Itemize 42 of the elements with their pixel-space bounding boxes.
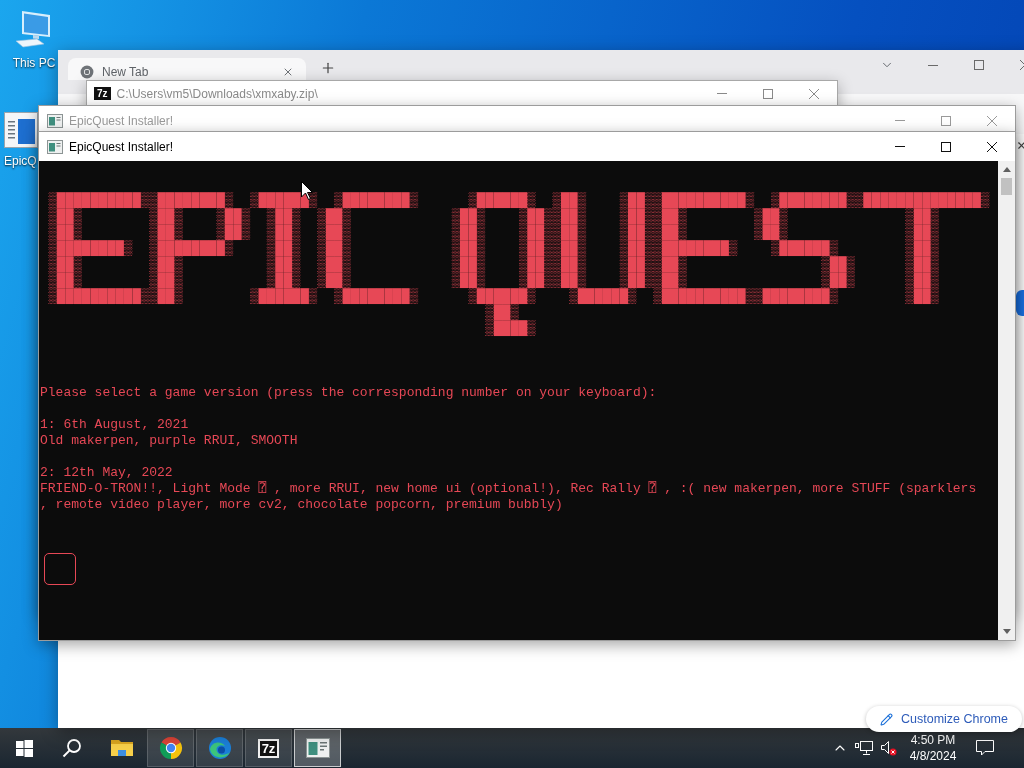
speaker-muted-icon[interactable] — [879, 740, 897, 756]
browser-tab[interactable]: New Tab — [68, 58, 306, 80]
version-description: , remote video player, more cv2, chocolate popcorn, premium bubbly) — [40, 497, 563, 513]
window-title: C:\Users\vm5\Downloads\xmxaby.zip\ — [116, 85, 318, 103]
square-outline-icon — [44, 553, 76, 585]
ascii-art-title: ▒██████████▒▒████████▒ ▒██████▒ ▒████████▒ ▒██████▒ ▒██▒ ▒██▒▒██████████▒ ▒████████▒▒██████████████▒ ▒██▒ ▒██▒ ▒██▒ ▒██▒ ▒██▒ ▒██▒ ▒██▒▒██▒ ▒██▒▒██▒ ▒██▒ ▒██▒ ▒██▒ ▒██▒ ▒██▒ ▒██▒ ▒██▒ ▒██▒ ▒██▒▒██▒ ▒██▒▒██▒ ▒██▒ ▒██▒ ▒████████▒ ▒████████▒ ▒██▒ ▒██▒ ▒██▒ ▒██▒▒██▒ ▒██▒▒████████▒ ▒██████▒ ▒██▒ ▒██▒ ▒██▒ ▒██▒ ▒██▒ ▒██▒ ▒██▒▒██▒ ▒██▒▒██▒ ▒██▒ ▒██▒ ▒██▒ ▒██▒ ▒██▒ ▒██▒ ▒██▒ ▒██▒▒██▒ ▒██▒▒██▒ ▒██▒ ▒██▒ ▒██████████▒▒██▒ ▒██████▒ ▒████████▒ ▒██████▒ ▒██████▒ ▒██████████▒▒████████▒ ▒██▒ ▒██▒ ▒████▒ — [47, 192, 990, 336]
monitor-cable-icon[interactable] — [855, 740, 873, 756]
maximize-icon[interactable] — [941, 141, 951, 152]
taskbar-button[interactable] — [196, 729, 243, 767]
folder-icon — [109, 738, 134, 758]
swirl-logo-icon — [207, 736, 232, 760]
close-icon[interactable] — [987, 141, 997, 152]
7z-logo: 7z — [94, 87, 111, 100]
clock-date[interactable]: 4/8/2024 — [909, 748, 957, 764]
plus-icon[interactable] — [320, 60, 336, 76]
speech-bubble-icon[interactable] — [976, 740, 994, 756]
scrollbar-thumb[interactable] — [1001, 178, 1012, 195]
ring-logo-icon — [80, 65, 94, 79]
search-icon[interactable] — [62, 738, 82, 758]
version-heading: 1: 6th August, 2021 — [40, 417, 189, 433]
prompt-text: Please select a game version (press the corresponding number on your keyboard): — [40, 385, 657, 401]
window-title: EpicQuest Installer! — [69, 112, 174, 130]
version-description: FRIEND-O-TRON!!, Light Mode ⍰ , more RRUI, new home ui (optional!), Rec Rally ⍰ , :( new makerpen, more STUFF (sparklers — [40, 481, 977, 497]
scroll-up-icon[interactable] — [1002, 167, 1011, 172]
window-title: EpicQuest Installer! — [69, 138, 174, 156]
taskbar-button[interactable] — [294, 729, 341, 767]
customize-button[interactable]: Customize Chrome — [866, 706, 1022, 732]
version-heading: 2: 12th May, 2022 — [40, 465, 173, 481]
app-window-icon — [47, 139, 63, 154]
pencil-icon — [880, 712, 893, 726]
scroll-down-icon[interactable] — [1002, 629, 1011, 634]
app-window-icon — [305, 738, 330, 758]
window-panes-icon[interactable] — [15, 739, 33, 757]
version-description: Old makerpen, purple RRUI, SMOOTH — [40, 433, 298, 449]
taskbar-button[interactable] — [147, 729, 194, 767]
taskbar-button[interactable]: 7z — [245, 729, 292, 767]
close-icon[interactable] — [1016, 140, 1024, 151]
ring-logo-icon — [158, 736, 183, 760]
clock-time[interactable]: 4:50 PM — [910, 732, 956, 748]
app-window-icon — [47, 113, 63, 128]
7z-logo: 7z — [257, 738, 280, 758]
minimize-icon[interactable] — [928, 64, 938, 66]
